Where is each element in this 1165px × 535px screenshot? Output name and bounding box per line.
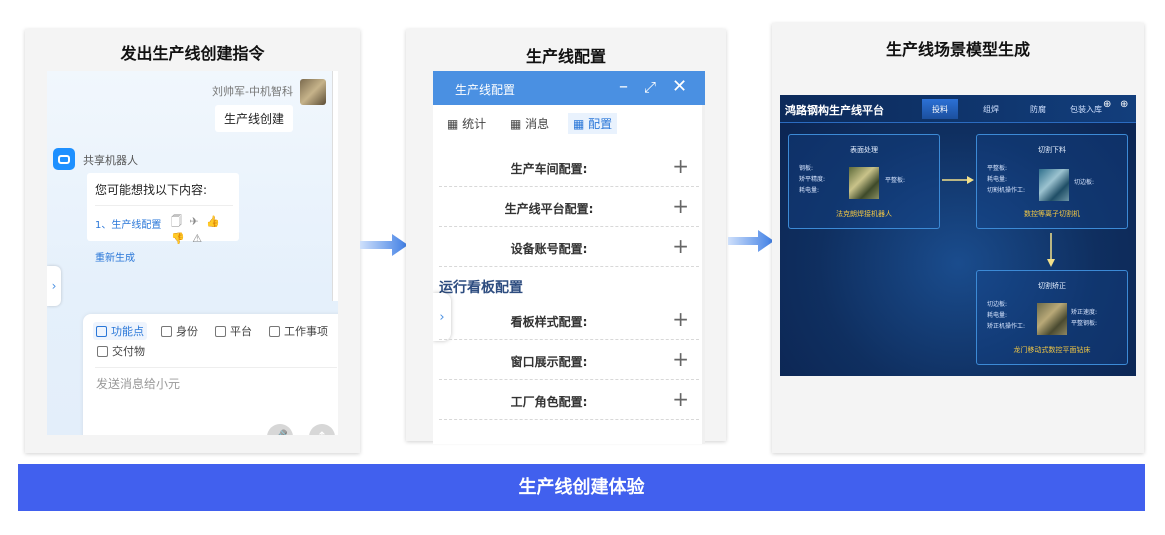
station-name: 切割矫正 [1038,282,1066,290]
machine-photo [849,167,879,199]
expand-sidebar-button[interactable]: › [47,266,61,306]
scene-header: 鸿路钢构生产线平台 投料 组焊 防腐 包装入库 ⊕ ⊕ [780,95,1136,123]
plus-icon[interactable]: + [672,307,689,331]
station-fields: 切边板: 耗电量: 矫正机操作工: [987,301,1026,330]
station-fields: 平整板: 耗电量: 切割机操作工: [987,165,1026,194]
grid-icon [96,325,107,337]
tool-deliverables[interactable]: 交付物 [97,343,145,359]
tab-packing[interactable]: 包装入库 [1070,104,1102,115]
message-composer: 功能点 身份 平台 工作事项 交付物 发送消息给小元 🎤 ↑ [83,314,338,435]
config-tabs: ▦ 统计 ▦ 消息 ▦ 配置 [433,113,705,137]
plus-icon[interactable]: + [672,154,689,178]
station-card[interactable]: 切割下料 平整板: 耗电量: 切割机操作工: 切边板: 数控等离子切割机 [976,134,1128,229]
tool-identity[interactable]: 身份 [161,323,198,339]
production-line-scene: 鸿路钢构生产线平台 投料 组焊 防腐 包装入库 ⊕ ⊕ 表面处理 钢板: 矫平精… [780,95,1136,376]
send-button[interactable]: ↑ [309,424,335,435]
tab-configuration[interactable]: ▦ 配置 [568,113,618,134]
config-row[interactable]: 工厂角色配置: + [439,380,699,420]
plus-icon[interactable]: + [672,347,689,371]
scrollbar[interactable] [702,105,705,444]
bottom-banner: 生产线创建体验 [18,464,1145,511]
plus-icon[interactable]: + [672,194,689,218]
id-card-icon [161,325,172,337]
flow-arrow-icon [942,176,974,184]
chat-window: 刘帅军-中机智科 生产线创建 共享机器人 您可能想找以下内容: 1、生产线配置 … [47,71,338,435]
scene-panel-card: 生产线场景模型生成 鸿路钢构生产线平台 投料 组焊 防腐 包装入库 ⊕ ⊕ 表面… [772,23,1144,453]
window-title: 生产线配置 [455,83,516,97]
bot-question: 您可能想找以下内容: [95,183,208,197]
window-header: 生产线配置 – ⤢ ✕ [433,71,705,105]
minimize-icon[interactable]: – [619,76,628,97]
config-window: 生产线配置 – ⤢ ✕ ▦ 统计 ▦ 消息 ▦ 配置 生产车间配置: + 生产线平… [433,71,705,444]
machine-label: 龙门移动式数控平面钻床 [1013,346,1091,354]
station-card[interactable]: 表面处理 钢板: 矫平精度: 耗电量: 平整板: 法克朗焊接机器人 [788,134,940,229]
config-row[interactable]: 窗口展示配置: + [439,340,699,380]
bot-avatar-icon [53,148,75,170]
tool-work-items[interactable]: 工作事项 [269,323,328,339]
station-output: 矫正速度: 平整钢板: [1071,309,1098,327]
message-actions-icons[interactable]: 🗍 ✈ 👍 👎 ⚠ [171,213,239,245]
bot-name: 共享机器人 [83,154,138,167]
tab-feeding[interactable]: 投料 [922,99,958,119]
tab-anticorrosion[interactable]: 防腐 [1030,104,1046,115]
station-fields: 钢板: 矫平精度: 耗电量: [799,165,826,194]
station-output: 切边板: [1074,179,1095,186]
machine-label: 法克朗焊接机器人 [836,210,892,218]
user-name: 刘帅军-中机智科 [212,85,293,98]
divider [95,205,233,206]
flow-arrow-icon [360,234,408,256]
flow-arrow-icon [1047,233,1055,267]
config-row[interactable]: 生产线平台配置: + [439,187,699,227]
maximize-icon[interactable]: ⤢ [644,78,656,96]
station-output: 平整板: [885,177,906,184]
config-row[interactable]: 生产车间配置: + [439,147,699,187]
suggestion-link[interactable]: 1、生产线配置 [95,216,161,231]
panel-title: 生产线配置 [525,47,606,66]
tool-function-point[interactable]: 功能点 [93,322,147,340]
machine-photo [1037,303,1067,335]
divider [95,367,337,368]
tab-statistics[interactable]: ▦ 统计 [442,113,491,134]
chat-panel-card: 发出生产线创建指令 刘帅军-中机智科 生产线创建 共享机器人 您可能想找以下内容… [25,29,360,453]
layers-icon [97,345,108,357]
plus-icon[interactable]: + [672,234,689,258]
zoom-in-icon[interactable]: ⊕ [1103,99,1111,110]
station-card[interactable]: 切割矫正 切边板: 耗电量: 矫正机操作工: 矫正速度: 平整钢板: 龙门移动式… [976,270,1128,365]
platform-icon [215,325,226,337]
tool-platform[interactable]: 平台 [215,323,252,339]
panel-title: 发出生产线创建指令 [120,44,265,63]
close-icon[interactable]: ✕ [672,76,687,97]
message-input[interactable]: 发送消息给小元 [96,375,180,392]
station-name: 表面处理 [850,146,878,154]
tab-welding[interactable]: 组焊 [983,104,999,115]
tab-messages[interactable]: ▦ 消息 [505,113,554,134]
user-message: 生产线创建 [214,105,293,132]
config-row[interactable]: 设备账号配置: + [439,227,699,267]
list-icon [269,325,280,337]
station-name: 切割下料 [1038,146,1066,154]
plus-icon[interactable]: + [672,387,689,411]
section-heading: 运行看板配置 [439,280,523,296]
config-row[interactable]: 看板样式配置: + [439,300,699,340]
avatar [300,79,326,105]
config-panel-card: 生产线配置 生产线配置 – ⤢ ✕ ▦ 统计 ▦ 消息 ▦ 配置 生产车间配置:… [406,29,726,444]
scrollbar[interactable] [332,71,338,301]
flow-arrow-icon [728,230,774,252]
panel-title: 生产线场景模型生成 [885,40,1030,59]
bot-message: 您可能想找以下内容: 1、生产线配置 🗍 ✈ 👍 👎 ⚠ [87,173,239,245]
regenerate-link[interactable]: 重新生成 [95,249,135,264]
machine-photo [1039,169,1069,201]
machine-label: 数控等离子切割机 [1024,210,1080,218]
zoom-out-icon[interactable]: ⊕ [1120,99,1128,110]
microphone-button[interactable]: 🎤 [267,424,293,435]
platform-title: 鸿路钢构生产线平台 [785,104,884,117]
